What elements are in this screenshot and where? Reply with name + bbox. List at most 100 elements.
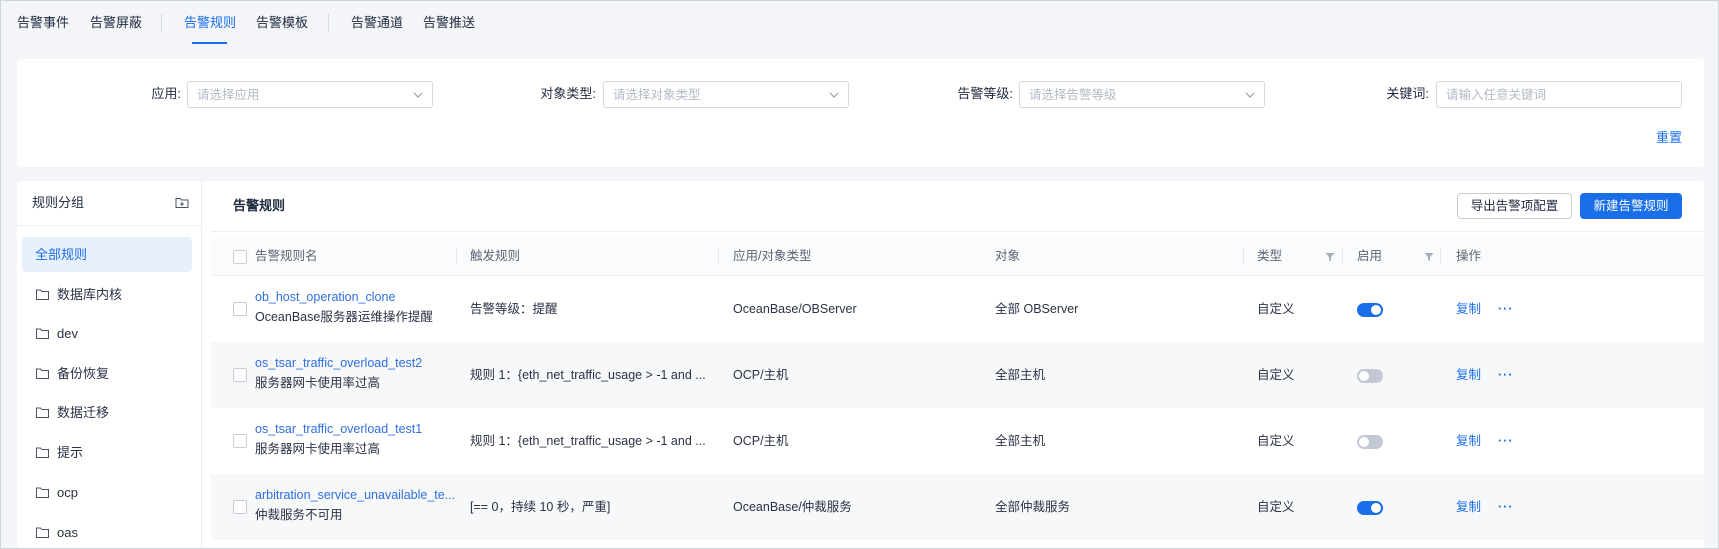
- rule-name-link[interactable]: ob_host_operation_clone: [255, 288, 395, 306]
- table-row[interactable]: os_tsar_traffic_overload_test2 服务器网卡使用率过…: [211, 342, 1704, 408]
- column-divider[interactable]: [718, 248, 719, 265]
- sidebar-item-data-migration[interactable]: 数据迁移: [22, 395, 192, 430]
- target-object: 全部仲裁服务: [995, 500, 1071, 514]
- panel-title: 告警规则: [233, 198, 286, 213]
- rule-name-link[interactable]: os_tsar_traffic_overload_test2: [255, 354, 422, 372]
- more-icon[interactable]: ···: [1498, 300, 1514, 318]
- rule-type: 自定义: [1257, 500, 1295, 514]
- rule-type: 自定义: [1257, 368, 1295, 382]
- table-header: 告警规则名 触发规则 应用/对象类型 对象 类型 启用 操作: [211, 238, 1704, 276]
- folder-icon: [36, 527, 49, 538]
- trigger-rule: [== 0，持续 10 秒，严重]: [470, 500, 611, 514]
- trigger-rule: 规则 1：{eth_net_traffic_usage > -1 and ...: [470, 434, 706, 448]
- table-row[interactable]: arbitration_service_unavailable_te... 仲裁…: [211, 474, 1704, 540]
- copy-button[interactable]: 复制: [1456, 300, 1481, 318]
- sidebar-item-ocp[interactable]: ocp: [22, 475, 192, 510]
- rules-card: 规则分组 全部规则 数据库内核 dev 备份恢复 数据迁移 提示 ocp oas…: [17, 181, 1704, 548]
- nav-divider: [328, 14, 329, 32]
- rule-type: 自定义: [1257, 434, 1295, 448]
- sidebar-item-oas[interactable]: oas: [22, 515, 192, 548]
- active-tab-indicator: [192, 42, 227, 44]
- sidebar-border: [201, 181, 202, 548]
- enable-toggle[interactable]: [1357, 435, 1383, 449]
- filter-icon[interactable]: [1325, 252, 1335, 262]
- level-select-placeholder: 请选择告警等级: [1029, 88, 1117, 102]
- sidebar-item-hint[interactable]: 提示: [22, 435, 192, 470]
- copy-button[interactable]: 复制: [1456, 366, 1481, 384]
- reset-button[interactable]: 重置: [1656, 129, 1682, 147]
- sidebar-item-dev[interactable]: dev: [22, 316, 192, 351]
- rule-name-link[interactable]: os_tsar_traffic_overload_test1: [255, 420, 422, 438]
- column-divider[interactable]: [1243, 248, 1244, 265]
- copy-button[interactable]: 复制: [1456, 498, 1481, 516]
- sidebar-item-label: 数据迁移: [57, 405, 110, 420]
- sidebar-item-label: 备份恢复: [57, 366, 110, 381]
- create-rule-button[interactable]: 新建告警规则: [1580, 193, 1682, 219]
- rule-type: 自定义: [1257, 302, 1295, 316]
- folder-icon: [36, 289, 49, 300]
- copy-button[interactable]: 复制: [1456, 432, 1481, 450]
- tab-alert-channels[interactable]: 告警通道: [351, 14, 403, 32]
- export-config-button[interactable]: 导出告警项配置: [1457, 193, 1572, 219]
- toggle-knob: [1359, 437, 1369, 447]
- app-object-type: OceanBase/OBServer: [733, 302, 857, 316]
- target-object: 全部 OBServer: [995, 302, 1079, 316]
- target-object: 全部主机: [995, 368, 1046, 382]
- sidebar-item-label: 提示: [57, 445, 84, 460]
- row-checkbox[interactable]: [233, 368, 247, 382]
- enable-toggle[interactable]: [1357, 369, 1383, 383]
- tab-alert-shield[interactable]: 告警屏蔽: [90, 14, 142, 32]
- row-checkbox[interactable]: [233, 500, 247, 514]
- folder-icon: [36, 487, 49, 498]
- app-window: 告警事件 告警屏蔽 告警规则 告警模板 告警通道 告警推送 应用: 请选择应用 …: [0, 0, 1719, 549]
- object-type-filter-label: 对象类型:: [540, 86, 596, 101]
- tab-alert-rules[interactable]: 告警规则: [184, 14, 236, 32]
- app-object-type: OCP/主机: [733, 434, 789, 448]
- folder-icon: [36, 407, 49, 418]
- enable-toggle[interactable]: [1357, 303, 1383, 317]
- trigger-rule: 规则 1：{eth_net_traffic_usage > -1 and ...: [470, 368, 706, 382]
- column-header-enabled: 启用: [1357, 249, 1383, 263]
- sidebar-item-label: ocp: [57, 485, 78, 500]
- chevron-down-icon: [413, 92, 423, 98]
- more-icon[interactable]: ···: [1498, 366, 1514, 384]
- target-object: 全部主机: [995, 434, 1046, 448]
- sidebar-item-all-rules[interactable]: 全部规则: [22, 237, 192, 272]
- sidebar-item-label: dev: [57, 326, 78, 341]
- toggle-knob: [1359, 371, 1369, 381]
- level-select[interactable]: 请选择告警等级: [1019, 81, 1265, 108]
- level-filter-label: 告警等级:: [957, 86, 1013, 101]
- app-select[interactable]: 请选择应用: [187, 81, 433, 108]
- object-type-select-placeholder: 请选择对象类型: [613, 88, 701, 102]
- filter-panel: 应用: 请选择应用 对象类型: 请选择对象类型 告警等级: 请选择告警等级 关键…: [17, 59, 1704, 167]
- select-all-checkbox[interactable]: [233, 250, 247, 264]
- toggle-knob: [1371, 305, 1381, 315]
- filter-icon[interactable]: [1424, 252, 1434, 262]
- enable-toggle[interactable]: [1357, 501, 1383, 515]
- column-header-object: 对象: [995, 249, 1021, 263]
- sidebar-item-label: 数据库内核: [57, 287, 123, 302]
- tab-alert-templates[interactable]: 告警模板: [256, 14, 308, 32]
- column-divider[interactable]: [1440, 248, 1441, 265]
- rule-description: OceanBase服务器运维操作提醒: [255, 310, 433, 324]
- sidebar-divider: [17, 225, 201, 226]
- tab-alert-events[interactable]: 告警事件: [17, 14, 69, 32]
- object-type-select[interactable]: 请选择对象类型: [603, 81, 849, 108]
- column-divider[interactable]: [456, 248, 457, 265]
- rule-name-link[interactable]: arbitration_service_unavailable_te...: [255, 486, 455, 504]
- table-row[interactable]: os_tsar_traffic_overload_test1 服务器网卡使用率过…: [211, 408, 1704, 474]
- keyword-input[interactable]: 请输入任意关键词: [1436, 81, 1682, 108]
- app-filter-label: 应用:: [151, 86, 181, 101]
- sidebar-item-backup-restore[interactable]: 备份恢复: [22, 356, 192, 391]
- keyword-input-placeholder: 请输入任意关键词: [1446, 88, 1547, 102]
- row-checkbox[interactable]: [233, 434, 247, 448]
- row-checkbox[interactable]: [233, 302, 247, 316]
- sidebar-item-db-kernel[interactable]: 数据库内核: [22, 277, 192, 312]
- chevron-down-icon: [829, 92, 839, 98]
- more-icon[interactable]: ···: [1498, 432, 1514, 450]
- tab-alert-push[interactable]: 告警推送: [423, 14, 475, 32]
- more-icon[interactable]: ···: [1498, 498, 1514, 516]
- table-row[interactable]: ob_host_operation_clone OceanBase服务器运维操作…: [211, 276, 1704, 342]
- column-divider[interactable]: [1342, 248, 1343, 265]
- folder-add-icon[interactable]: [175, 197, 189, 209]
